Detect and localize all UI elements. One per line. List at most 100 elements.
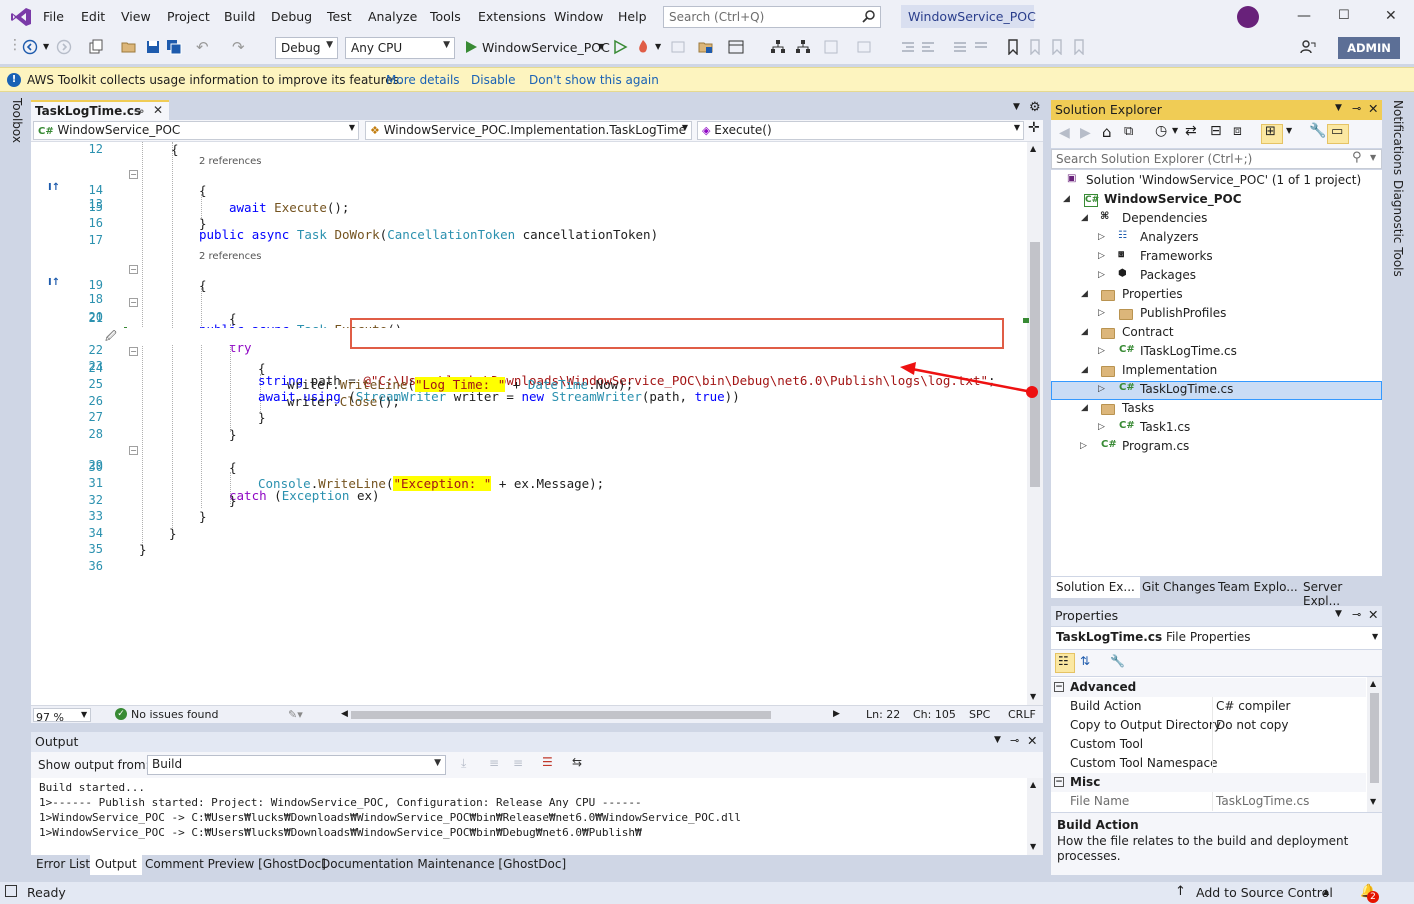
menu-window[interactable]: Window	[554, 9, 603, 24]
clear-all-icon[interactable]: ☰	[542, 755, 553, 769]
property-pages-icon[interactable]: 🔧	[1110, 654, 1125, 668]
expanded-icon[interactable]: ◢	[1081, 289, 1088, 299]
solution-search-input[interactable]: Search Solution Explorer (Ctrl+;) ⚲ ▼	[1051, 149, 1382, 169]
profile-avatar[interactable]	[1237, 6, 1259, 28]
collapsed-icon[interactable]: ▷	[1080, 441, 1087, 451]
window-position-icon[interactable]: ▼	[994, 735, 1001, 745]
codelens-references[interactable]: 2 references	[199, 251, 262, 262]
sync-icon[interactable]: ⇄	[1185, 123, 1197, 139]
line-position[interactable]: Ln: 22	[866, 708, 900, 721]
notifications-side-tab[interactable]: Notifications	[1391, 100, 1405, 175]
expanded-icon[interactable]: ◢	[1081, 327, 1088, 337]
close-tab-icon[interactable]: ✕	[153, 103, 163, 117]
new-project-icon[interactable]	[88, 39, 104, 55]
chevron-down-icon[interactable]: ▼	[1286, 126, 1292, 135]
collapse-icon[interactable]: −	[1054, 777, 1064, 787]
prev-bookmark-icon[interactable]	[1027, 39, 1043, 55]
forward-icon[interactable]: ▶	[1080, 125, 1091, 141]
properties-object-select[interactable]: TaskLogTime.cs File Properties ▼	[1051, 627, 1382, 649]
tree-item-tasklogtime[interactable]: ▷ C# TaskLogTime.cs	[1051, 381, 1381, 400]
menu-view[interactable]: View	[121, 9, 151, 24]
menu-debug[interactable]: Debug	[271, 9, 312, 24]
run-target-button[interactable]: WindowService_POC	[482, 40, 610, 55]
document-tab-tasklogtime[interactable]: TaskLogTime.cs ⊸ ✕	[31, 100, 169, 120]
scroll-up-icon[interactable]: ▲	[1030, 144, 1036, 153]
chevron-down-icon[interactable]: ▼	[1372, 632, 1378, 641]
properties-scrollbar[interactable]: ▲ ▼	[1367, 677, 1382, 812]
next-message-icon[interactable]: ≡	[513, 756, 523, 770]
show-all-files-icon[interactable]: ⧈	[1233, 123, 1242, 139]
diagnostic-tools-side-tab[interactable]: Diagnostic Tools	[1391, 180, 1405, 277]
pending-changes-filter-icon[interactable]: ◷	[1155, 123, 1167, 139]
tab-solution-explorer[interactable]: Solution Ex...	[1051, 577, 1140, 598]
infobar-disable-link[interactable]: Disable	[471, 73, 516, 87]
collapse-icon[interactable]: −	[129, 170, 138, 179]
navigate-forward-icon[interactable]	[56, 39, 72, 55]
property-row[interactable]: Copy to Output Directory Do not copy	[1051, 716, 1366, 735]
property-row[interactable]: File Name TaskLogTime.cs	[1051, 792, 1366, 811]
property-value[interactable]: TaskLogTime.cs	[1216, 794, 1309, 808]
menu-edit[interactable]: Edit	[81, 9, 105, 24]
chevron-down-icon[interactable]: ▼	[81, 710, 87, 719]
code-editor[interactable]: 12{ 2 references I↑ 13 − public async Ta…	[31, 142, 1043, 705]
line-ending-mode[interactable]: CRLF	[1008, 708, 1036, 721]
chevron-down-icon[interactable]: ▼	[1370, 153, 1376, 162]
code-cleanup-icon[interactable]: ✎▾	[288, 708, 303, 721]
infobar-more-details-link[interactable]: More details	[386, 73, 460, 87]
tree-item-analyzers[interactable]: ▷ ☷ Analyzers	[1051, 229, 1381, 248]
nav-class-select[interactable]: ❖ WindowService_POC.Implementation.TaskL…	[365, 121, 692, 140]
collapsed-icon[interactable]: ▷	[1098, 308, 1105, 318]
tree-item-frameworks[interactable]: ▷ ⧆ Frameworks	[1051, 248, 1381, 267]
menu-build[interactable]: Build	[224, 9, 255, 24]
issues-status[interactable]: No issues found	[131, 708, 218, 721]
next-bookmark-icon[interactable]	[1049, 39, 1065, 55]
tree-item-task1[interactable]: ▷ C# Task1.cs	[1051, 419, 1381, 438]
start-debug-icon[interactable]	[463, 39, 479, 55]
tree-item-properties[interactable]: ◢ Properties	[1051, 286, 1381, 305]
solution-configuration-select[interactable]: Debug ▼	[275, 37, 338, 59]
menu-test[interactable]: Test	[327, 9, 352, 24]
char-position[interactable]: Ch: 105	[913, 708, 956, 721]
scroll-up-icon[interactable]: ▲	[1370, 679, 1376, 688]
collapse-icon[interactable]: −	[1054, 682, 1064, 692]
tree-item-contract[interactable]: ◢ Contract	[1051, 324, 1381, 343]
maximize-button[interactable]: ☐	[1338, 8, 1350, 23]
collapsed-icon[interactable]: ▷	[1098, 422, 1105, 432]
collapsed-icon[interactable]: ▷	[1098, 384, 1105, 394]
format-icon[interactable]	[823, 39, 839, 55]
menu-analyze[interactable]: Analyze	[368, 9, 417, 24]
gear-icon[interactable]: ⚙	[1029, 100, 1041, 115]
hot-reload-icon[interactable]	[635, 39, 651, 55]
nav-project-select[interactable]: C# WindowService_POC ▼	[33, 121, 359, 140]
pin-icon[interactable]: ⊸	[1352, 608, 1361, 621]
menu-extensions[interactable]: Extensions	[478, 9, 546, 24]
category-advanced[interactable]: − Advanced	[1051, 678, 1366, 697]
bookmark-icon[interactable]	[1005, 39, 1021, 55]
home-icon[interactable]: ⌂	[1102, 123, 1112, 141]
tree-item-tasks[interactable]: ◢ Tasks	[1051, 400, 1381, 419]
redo-icon[interactable]: ↷	[232, 38, 245, 56]
nav-member-select[interactable]: ◈ Execute() ▼	[697, 121, 1024, 140]
close-panel-icon[interactable]: ✕	[1368, 101, 1378, 116]
editor-horizontal-scrollbar[interactable]	[351, 711, 771, 719]
split-editor-icon[interactable]: ✛	[1028, 120, 1040, 136]
expanded-icon[interactable]: ◢	[1081, 213, 1088, 223]
wrench-icon[interactable]: 🔧	[1309, 123, 1326, 139]
minimize-button[interactable]: —	[1297, 8, 1311, 24]
expanded-icon[interactable]: ◢	[1081, 403, 1088, 413]
switch-views-icon[interactable]: ⧉	[1124, 124, 1133, 139]
comment-lines-icon[interactable]	[952, 39, 968, 55]
undo-icon[interactable]: ↶	[196, 38, 209, 56]
tree-item-project[interactable]: ◢ C# WindowService_POC	[1051, 191, 1381, 210]
indent-icon[interactable]	[900, 39, 916, 55]
property-value[interactable]: C# compiler	[1216, 699, 1290, 713]
hierarchy-icon[interactable]	[770, 39, 786, 55]
chevron-down-icon[interactable]: ▼	[655, 42, 661, 51]
collapsed-icon[interactable]: ▷	[1098, 270, 1105, 280]
pin-icon[interactable]: ⊸	[134, 104, 144, 118]
pin-icon[interactable]: ⊸	[1010, 734, 1019, 747]
menu-file[interactable]: File	[43, 9, 64, 24]
scroll-down-icon[interactable]: ▼	[1030, 692, 1036, 701]
output-vertical-scrollbar[interactable]: ▲ ▼	[1027, 778, 1043, 855]
tree-item-dependencies[interactable]: ◢ ⌘ Dependencies	[1051, 210, 1381, 229]
